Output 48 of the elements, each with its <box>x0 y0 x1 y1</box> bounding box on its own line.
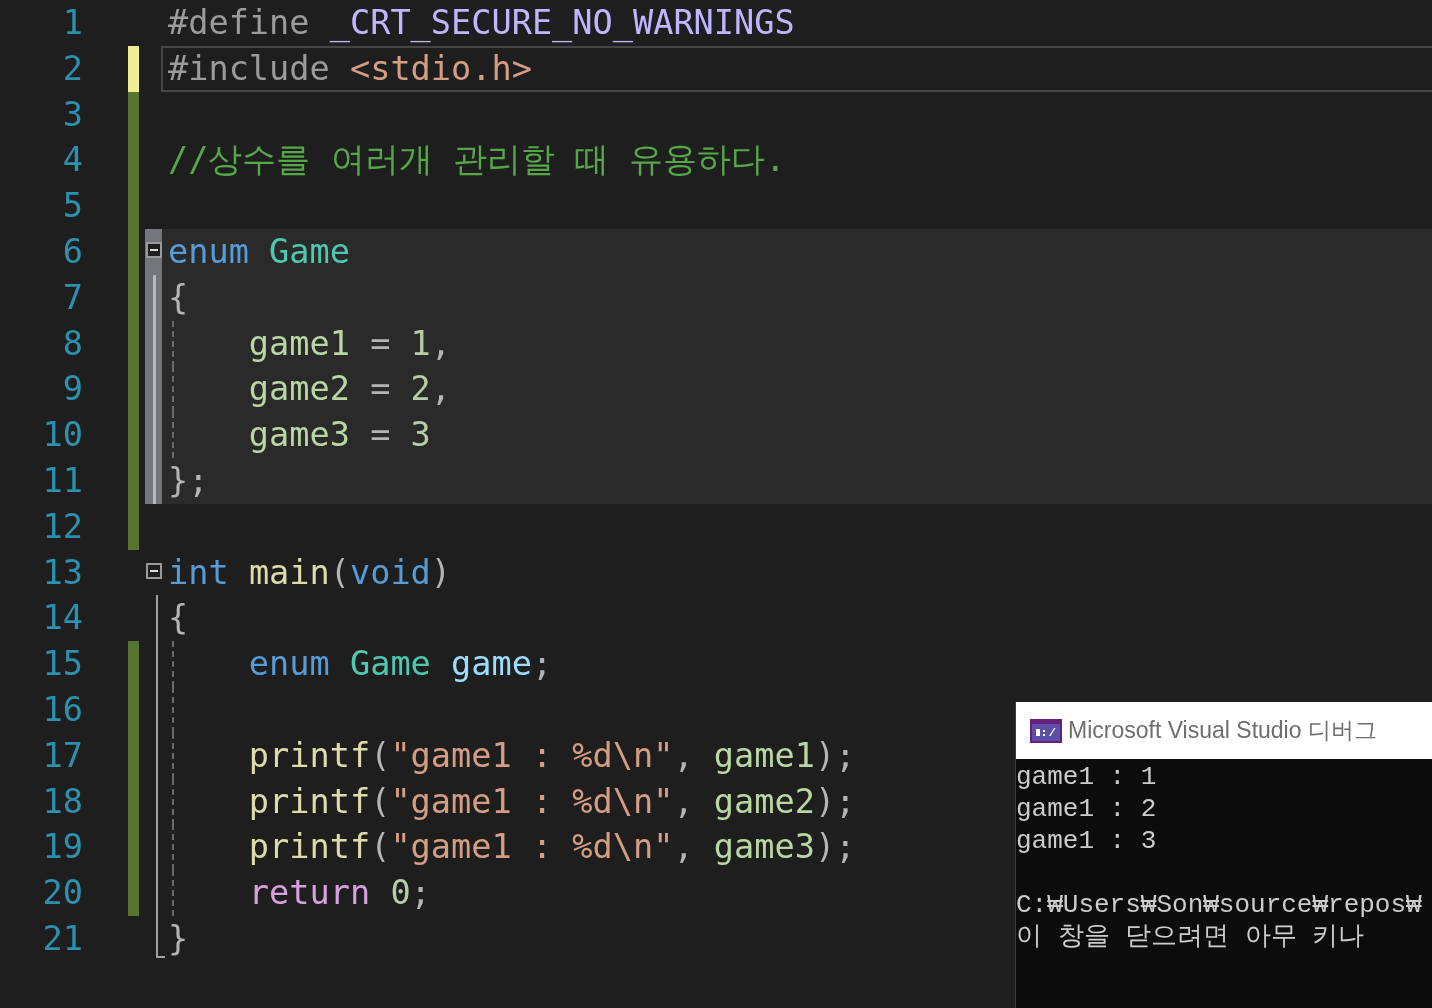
line-number: 2 <box>61 47 83 90</box>
line-number: 1 <box>61 2 83 44</box>
line-number: 12 <box>41 505 83 548</box>
console-text: game1 : 1 <box>1016 761 1157 793</box>
line-number: 5 <box>61 185 83 228</box>
code-line: game2 = 2, <box>247 369 452 409</box>
line-number: 17 <box>41 734 83 777</box>
code-line: //상수를 여러개 관리할 때 유용하다. <box>168 140 786 180</box>
code-line: #define _CRT_SECURE_NO_WARNINGS <box>168 3 795 42</box>
outline-end-line <box>156 915 165 958</box>
line-number: 15 <box>41 643 83 686</box>
code-line: }; <box>168 460 209 500</box>
code-line: return 0; <box>247 873 431 913</box>
console-text: game1 : 3 <box>1016 825 1157 857</box>
code-line: game1 = 1, <box>247 323 452 363</box>
line-number: 11 <box>41 459 83 502</box>
line-number: 16 <box>41 688 83 731</box>
console-text: 이 창을 닫으려면 아무 키나 <box>1016 921 1365 953</box>
line-number: 10 <box>41 414 83 457</box>
line-number: 3 <box>61 93 83 136</box>
line-number: 13 <box>41 551 83 594</box>
console-text: game1 : 2 <box>1016 793 1157 825</box>
line-number: 9 <box>61 368 83 411</box>
line-number: 14 <box>41 597 83 640</box>
code-line: printf("game1 : %d\n", game1); <box>247 735 856 775</box>
line-number: 8 <box>61 322 83 365</box>
line-number: 20 <box>41 872 83 915</box>
code-line: { <box>168 277 189 317</box>
code-line: int main(void) <box>168 552 452 592</box>
line-number: 19 <box>41 826 83 869</box>
code-line: enum Game <box>168 232 350 271</box>
line-number: 4 <box>61 139 83 182</box>
console-text: C:₩Users₩Son₩source₩repos₩ <box>1016 889 1422 921</box>
code-line: printf("game1 : %d\n", game3); <box>247 827 856 867</box>
code-line: #include <stdio.h> <box>168 48 532 88</box>
line-number: 7 <box>61 276 83 319</box>
scope-bar <box>145 457 162 504</box>
code-line: { <box>168 598 189 638</box>
code-line: printf("game1 : %d\n", game2); <box>247 781 856 821</box>
console-app-icon <box>1030 718 1062 743</box>
code-line: enum Game game; <box>247 644 553 684</box>
code-line: game3 = 3 <box>247 415 431 455</box>
line-number: 21 <box>41 917 83 960</box>
line-number: 6 <box>61 231 83 273</box>
collapse-icon[interactable] <box>146 562 162 579</box>
line-number: 18 <box>41 780 83 823</box>
code-line: } <box>168 918 189 958</box>
window-title: Microsoft Visual Studio 디버그 <box>1068 716 1377 745</box>
